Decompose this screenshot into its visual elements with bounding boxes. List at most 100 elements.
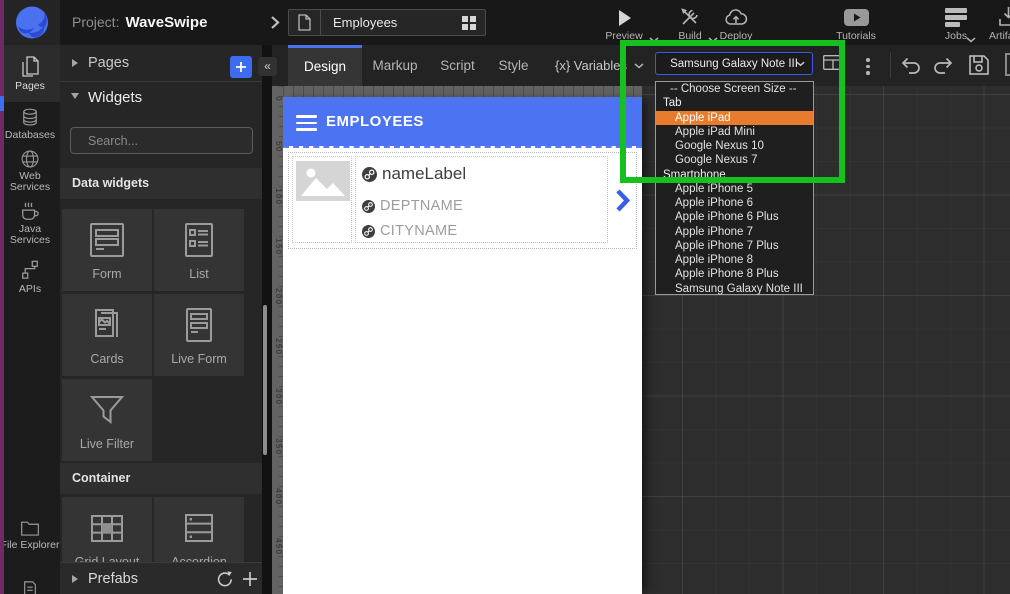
more-options-menu[interactable] [866, 55, 870, 78]
jobs-caret-icon[interactable] [966, 37, 976, 43]
deploy-button[interactable]: Deploy [712, 5, 760, 42]
widget-tile-cards[interactable]: Cards [62, 294, 152, 376]
tab-markup[interactable]: Markup [362, 45, 428, 86]
widget-search-box[interactable] [70, 127, 253, 154]
dropdown-option[interactable]: Apple iPhone 6 Plus [656, 210, 813, 224]
tutorials-button[interactable]: Tutorials [832, 5, 880, 42]
rail-label-web-services: Web Services [0, 171, 60, 193]
build-tools-icon [680, 7, 700, 27]
bind-link-icon [362, 200, 375, 213]
preview-button[interactable]: Preview [598, 5, 650, 42]
undo-button[interactable] [899, 54, 923, 75]
project-name: WaveSwipe [125, 14, 207, 31]
file-explorer-folder-icon [20, 519, 40, 537]
mobile-header[interactable]: EMPLOYEES [283, 97, 642, 146]
pages-icon [19, 56, 41, 80]
page-title: EMPLOYEES [326, 97, 424, 146]
list-item-chevron-icon[interactable] [615, 189, 630, 212]
save-button[interactable] [967, 53, 991, 77]
rail-label-pages: Pages [0, 81, 60, 92]
add-prefab-icon[interactable] [241, 570, 259, 588]
tile-label: Form [92, 267, 121, 281]
widget-tile-live-form[interactable]: Live Form [154, 294, 244, 376]
pages-grid-icon[interactable] [462, 16, 476, 30]
panel-scrollbar-thumb[interactable] [263, 305, 267, 455]
tile-label: Live Filter [80, 437, 134, 451]
widgets-expander-icon[interactable] [71, 93, 79, 99]
rail-label-java-services: Java Services [0, 224, 60, 246]
hamburger-menu-icon[interactable] [296, 115, 317, 131]
city-label-widget[interactable]: CITYNAME [362, 223, 457, 239]
active-rail-indicator [0, 96, 4, 111]
rail-label-apis: APIs [0, 284, 60, 295]
page-tab-employees[interactable]: Employees [288, 9, 486, 36]
tab-design[interactable]: Design [288, 45, 362, 86]
breadcrumb-chevron-icon [270, 15, 280, 30]
prefabs-bar[interactable]: Prefabs [60, 562, 262, 594]
tile-label: List [189, 267, 208, 281]
section-container: Container [60, 463, 262, 494]
panel-pages-header[interactable]: Pages [88, 55, 129, 71]
dropdown-option[interactable]: Apple iPhone 7 Plus [656, 239, 813, 253]
tab-style[interactable]: Style [487, 45, 540, 86]
redo-button[interactable] [931, 54, 955, 75]
artifacts-download-icon [998, 6, 1010, 27]
dept-label-widget[interactable]: DEPTNAME [362, 198, 463, 214]
media-column[interactable] [292, 156, 352, 243]
app-root: 0 50 100 150 200 250 300 350 400 450 EMP… [0, 0, 1010, 594]
section-data-widgets: Data widgets [60, 168, 262, 199]
widget-tile-live-filter[interactable]: Live Filter [62, 379, 152, 461]
content-column[interactable]: nameLabel DEPTNAME [355, 156, 608, 243]
search-input[interactable] [86, 133, 251, 149]
pages-expander-icon[interactable] [72, 59, 78, 67]
annotation-highlight-rectangle [620, 40, 845, 183]
rail-label-databases: Databases [0, 130, 60, 141]
grid-layout-icon [87, 508, 127, 548]
widget-tile-form[interactable]: Form [62, 209, 152, 291]
page-icon [289, 10, 321, 35]
left-edge-strip [0, 0, 4, 594]
dropdown-option[interactable]: Apple iPhone 8 Plus [656, 267, 813, 281]
logo-box[interactable] [0, 0, 60, 45]
dropdown-option[interactable]: Apple iPhone 5 [656, 182, 813, 196]
artifacts-button[interactable]: Artifacts [980, 5, 1010, 42]
tab-script[interactable]: Script [428, 45, 487, 86]
live-form-icon [179, 305, 219, 345]
horizontal-ruler [283, 86, 642, 97]
name-label-text: nameLabel [382, 164, 466, 184]
deploy-cloud-icon [724, 7, 748, 27]
cards-icon [87, 305, 127, 345]
dropdown-option[interactable]: Apple iPhone 7 [656, 225, 813, 239]
wavemaker-logo-icon [14, 4, 50, 41]
image-placeholder[interactable] [296, 161, 350, 201]
databases-icon [20, 107, 40, 128]
toolbar-divider [890, 52, 891, 78]
page-tab-label: Employees [321, 15, 462, 30]
dropdown-option[interactable]: Apple iPhone 8 [656, 253, 813, 267]
city-label-text: CITYNAME [380, 223, 457, 239]
tile-label: Live Form [171, 352, 227, 366]
web-services-globe-icon [20, 149, 40, 169]
play-icon [617, 9, 632, 27]
dropdown-option[interactable]: Apple iPhone 6 [656, 196, 813, 210]
tile-label: Cards [90, 352, 123, 366]
widget-tile-list[interactable]: List [154, 209, 244, 291]
list-item-widget[interactable]: nameLabel DEPTNAME [288, 152, 637, 249]
dropdown-option[interactable]: Samsung Galaxy Note III [656, 282, 813, 296]
mobile-page-preview: EMPLOYEES [283, 97, 642, 594]
clipped-toolbar-icon[interactable] [1005, 53, 1010, 76]
jobs-stack-icon [945, 6, 968, 27]
java-services-cup-icon [19, 201, 41, 222]
panel-widgets-header[interactable]: Widgets [88, 89, 142, 106]
build-button[interactable]: Build [668, 5, 712, 42]
apis-icon [20, 259, 40, 280]
collapse-panel-button[interactable]: « [258, 57, 277, 76]
top-bar: Project:WaveSwipe Employees Preview Buil… [0, 0, 1010, 45]
clipped-rail-icon[interactable] [22, 581, 38, 594]
prefabs-expander-icon[interactable] [72, 575, 78, 583]
name-label-widget[interactable]: nameLabel [362, 164, 466, 184]
dept-label-text: DEPTNAME [380, 198, 463, 214]
refresh-prefabs-icon[interactable] [215, 570, 233, 588]
add-page-button[interactable] [230, 56, 252, 78]
prefabs-header: Prefabs [88, 571, 138, 587]
